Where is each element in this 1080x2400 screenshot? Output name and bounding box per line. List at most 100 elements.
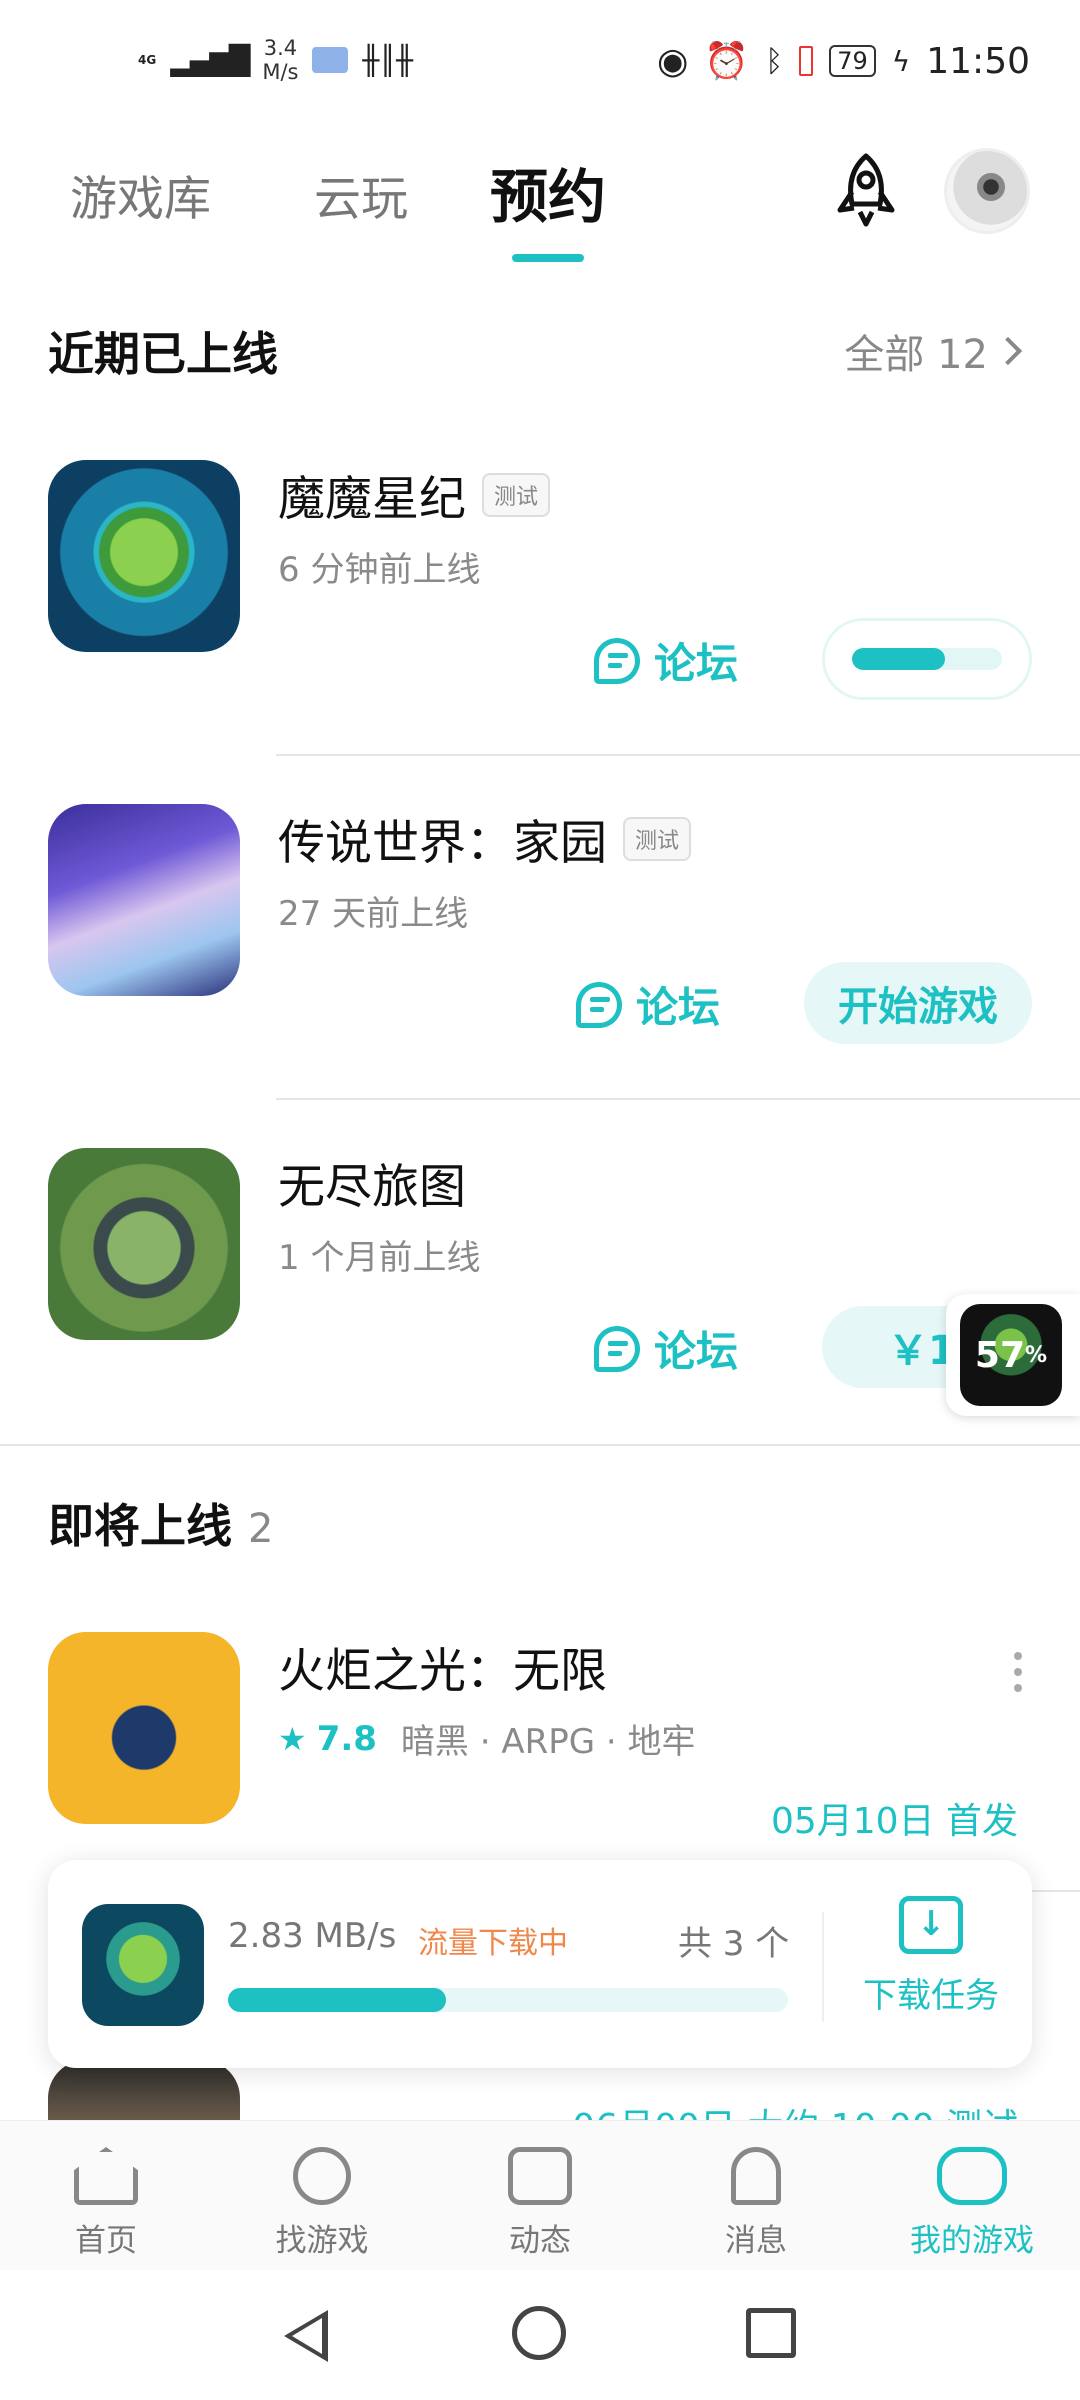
planet-icon	[293, 2147, 351, 2205]
active-tab-indicator	[512, 254, 584, 262]
game-title-row: 无尽旅图	[278, 1148, 466, 1217]
more-options-icon[interactable]	[1014, 1652, 1022, 1692]
download-tray-icon	[899, 1896, 963, 1954]
download-tasks-button[interactable]: 下载任务	[856, 1896, 1006, 2017]
tab-cloud-play[interactable]: 云玩	[314, 160, 408, 229]
card-separator	[822, 1912, 824, 2022]
tab-game-library[interactable]: 游戏库	[70, 160, 211, 229]
floating-progress: 57%	[960, 1304, 1062, 1406]
forum-icon	[594, 637, 640, 684]
forum-icon	[594, 1325, 640, 1372]
download-status-card[interactable]: 2.83 MB/s 流量下载中 共 3 个 下载任务	[48, 1860, 1032, 2068]
recent-game-row[interactable]: 传说世界：家园 测试 27 天前上线 论坛 开始游戏	[0, 804, 1080, 1044]
game-release-time: 27 天前上线	[278, 894, 469, 934]
nav-find-games-label: 找游戏	[275, 2223, 369, 2259]
view-all-recent[interactable]: 全部 12	[844, 322, 1023, 380]
status-right: ◉ ⏰ ᛒ 79 ϟ 11:50	[656, 40, 1030, 83]
game-release-time: 1 个月前上线	[278, 1238, 481, 1278]
tab-reservations[interactable]: 预约	[490, 150, 606, 234]
game-icon-endless-journey[interactable]	[48, 1148, 240, 1340]
forum-button[interactable]: 论坛	[594, 630, 738, 691]
nav-home-label: 首页	[75, 2223, 137, 2259]
app-root: 4G ▂▄▆█ 3.4 M/s ╫║╫ ◉ ⏰ ᛒ 79 ϟ 11:50 游戏库…	[0, 0, 1080, 2400]
forum-button[interactable]: 论坛	[594, 1318, 738, 1379]
game-icon-momo[interactable]	[48, 460, 240, 652]
status-bar: 4G ▂▄▆█ 3.4 M/s ╫║╫ ◉ ⏰ ᛒ 79 ϟ 11:50	[0, 0, 1080, 130]
start-game-button[interactable]: 开始游戏	[804, 962, 1032, 1044]
recent-apps-icon[interactable]	[746, 2308, 796, 2358]
section-divider	[0, 1444, 1080, 1446]
game-name[interactable]: 魔魔星纪	[278, 460, 466, 529]
signal-icon: ▂▄▆█	[170, 43, 250, 77]
game-name[interactable]: 火炬之光：无限	[278, 1632, 607, 1701]
test-tag: 测试	[623, 816, 692, 861]
network-type: 4G	[138, 53, 157, 67]
nav-find-games[interactable]: 找游戏	[232, 2147, 412, 2260]
chevron-right-icon	[993, 336, 1023, 366]
nav-feed-label: 动态	[509, 2223, 571, 2259]
battery-level: 79	[829, 45, 876, 77]
rating-score: 7.8	[316, 1718, 377, 1759]
download-progress-button[interactable]	[822, 618, 1032, 700]
rocket-icon[interactable]	[826, 150, 906, 230]
row-divider	[276, 1098, 1080, 1100]
forum-button[interactable]: 论坛	[576, 974, 720, 1035]
network-speed: 3.4 M/s	[262, 36, 298, 84]
partial-release-text: 06月00日 大约 10:00 测试	[572, 2098, 1018, 2120]
nav-messages[interactable]: 消息	[666, 2147, 846, 2260]
download-progress-track	[228, 1988, 788, 2012]
speed-value: 3.4	[263, 36, 298, 60]
floating-percent-unit: %	[1025, 1342, 1048, 1368]
view-all-label: 全部 12	[844, 332, 988, 378]
game-rating-row: ★ 7.8 暗黑 · ARPG · 地牢	[278, 1714, 696, 1763]
status-left: 4G ▂▄▆█ 3.4 M/s ╫║╫	[138, 36, 413, 84]
user-avatar[interactable]	[944, 148, 1030, 234]
game-name[interactable]: 无尽旅图	[278, 1148, 466, 1217]
chat-icon	[508, 2147, 572, 2205]
bluetooth-icon: ᛒ	[765, 43, 784, 79]
floating-download-badge[interactable]: 57%	[946, 1294, 1080, 1416]
test-tag: 测试	[482, 472, 551, 517]
download-progress-fill	[852, 648, 945, 670]
clock: 11:50	[926, 40, 1030, 82]
downloading-game-icon	[82, 1904, 204, 2026]
upcoming-count: 2	[248, 1506, 274, 1552]
audio-wave-icon: ╫║╫	[362, 43, 414, 77]
back-icon[interactable]	[284, 2310, 328, 2362]
download-tasks-label: 下载任务	[863, 1976, 999, 2016]
notification-icon	[312, 47, 349, 73]
forum-label: 论坛	[636, 983, 721, 1032]
forum-icon	[576, 981, 622, 1028]
nav-my-games[interactable]: 我的游戏	[882, 2147, 1062, 2260]
phone-battery-icon	[799, 46, 814, 76]
nav-feed[interactable]: 动态	[450, 2147, 630, 2260]
bottom-navigation: 首页 找游戏 动态 消息 我的游戏	[0, 2120, 1080, 2270]
nav-messages-label: 消息	[725, 2223, 787, 2259]
charging-icon: ϟ	[891, 44, 911, 78]
home-circle-icon[interactable]	[512, 2306, 566, 2360]
release-date: 05月10日 首发	[770, 1801, 1018, 1842]
recent-game-row[interactable]: 魔魔星纪 测试 6 分钟前上线 论坛	[0, 460, 1080, 700]
game-genres: 暗黑 · ARPG · 地牢	[400, 1722, 696, 1762]
alarm-icon: ⏰	[704, 41, 750, 82]
star-icon: ★	[278, 1719, 307, 1758]
upcoming-game-row[interactable]: 火炬之光：无限 ★ 7.8 暗黑 · ARPG · 地牢 05月10日 首发	[0, 1632, 1080, 1842]
upcoming-title-label: 即将上线	[48, 1499, 232, 1553]
forum-label: 论坛	[654, 1327, 739, 1376]
game-title-row: 魔魔星纪 测试	[278, 460, 551, 529]
game-icon-legend-world[interactable]	[48, 804, 240, 996]
download-speed: 2.83 MB/s	[228, 1916, 397, 1956]
nav-home[interactable]: 首页	[16, 2147, 196, 2260]
download-progress-track	[852, 648, 1002, 670]
download-progress-fill	[228, 1988, 447, 2012]
game-icon-torchlight[interactable]	[48, 1632, 240, 1824]
system-navigation-bar	[0, 2270, 1080, 2400]
eye-icon: ◉	[656, 40, 689, 82]
game-icon-partial[interactable]	[48, 2060, 240, 2120]
recent-section-title: 近期已上线	[48, 327, 278, 381]
game-name[interactable]: 传说世界：家园	[278, 804, 607, 873]
game-title-row: 传说世界：家园 测试	[278, 804, 692, 873]
recent-game-row[interactable]: 无尽旅图 1 个月前上线 论坛 ￥1	[0, 1148, 1080, 1388]
row-divider	[276, 754, 1080, 756]
home-icon	[74, 2147, 138, 2205]
